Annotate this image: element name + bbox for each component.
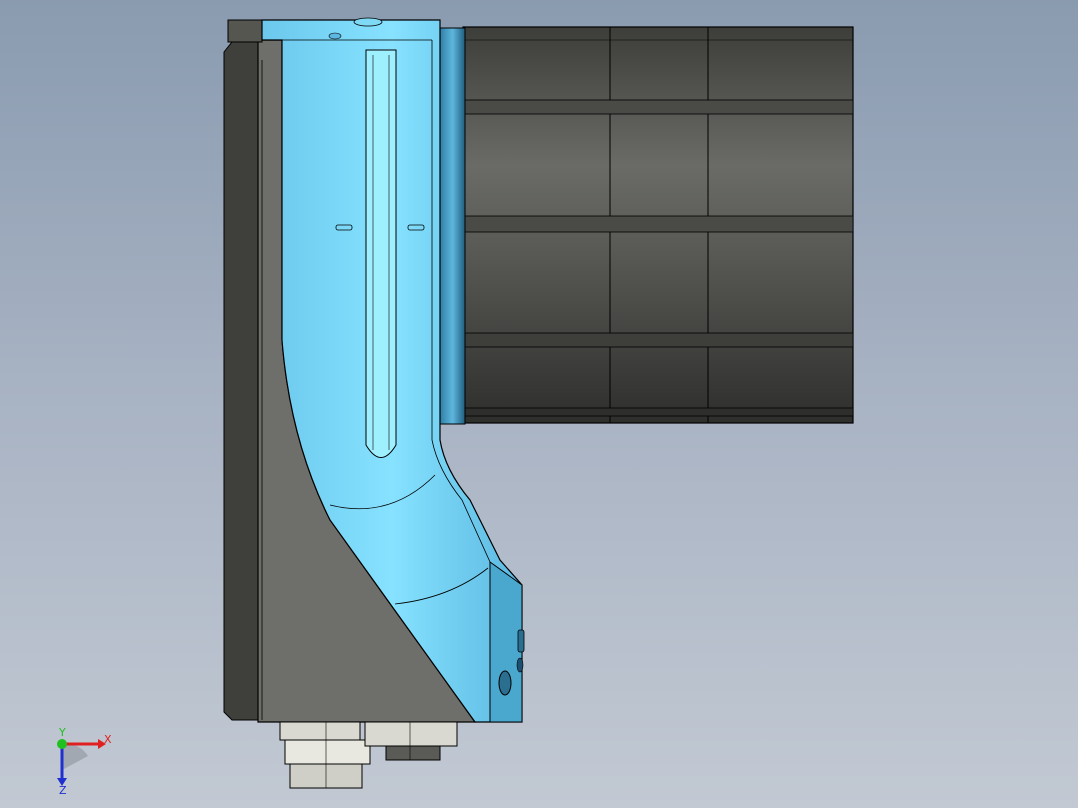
coordinate-triad: X Y Z — [40, 726, 120, 796]
motor-body[interactable] — [462, 26, 854, 424]
3d-model-view[interactable] — [0, 0, 1078, 808]
x-axis-label: X — [104, 733, 112, 746]
bottom-fasteners[interactable] — [279, 721, 458, 789]
motor-flange[interactable] — [439, 27, 466, 425]
z-axis-label: Z — [59, 784, 67, 797]
y-axis-label: Y — [59, 726, 66, 739]
graphics-viewport[interactable]: X Y Z — [0, 0, 1078, 808]
